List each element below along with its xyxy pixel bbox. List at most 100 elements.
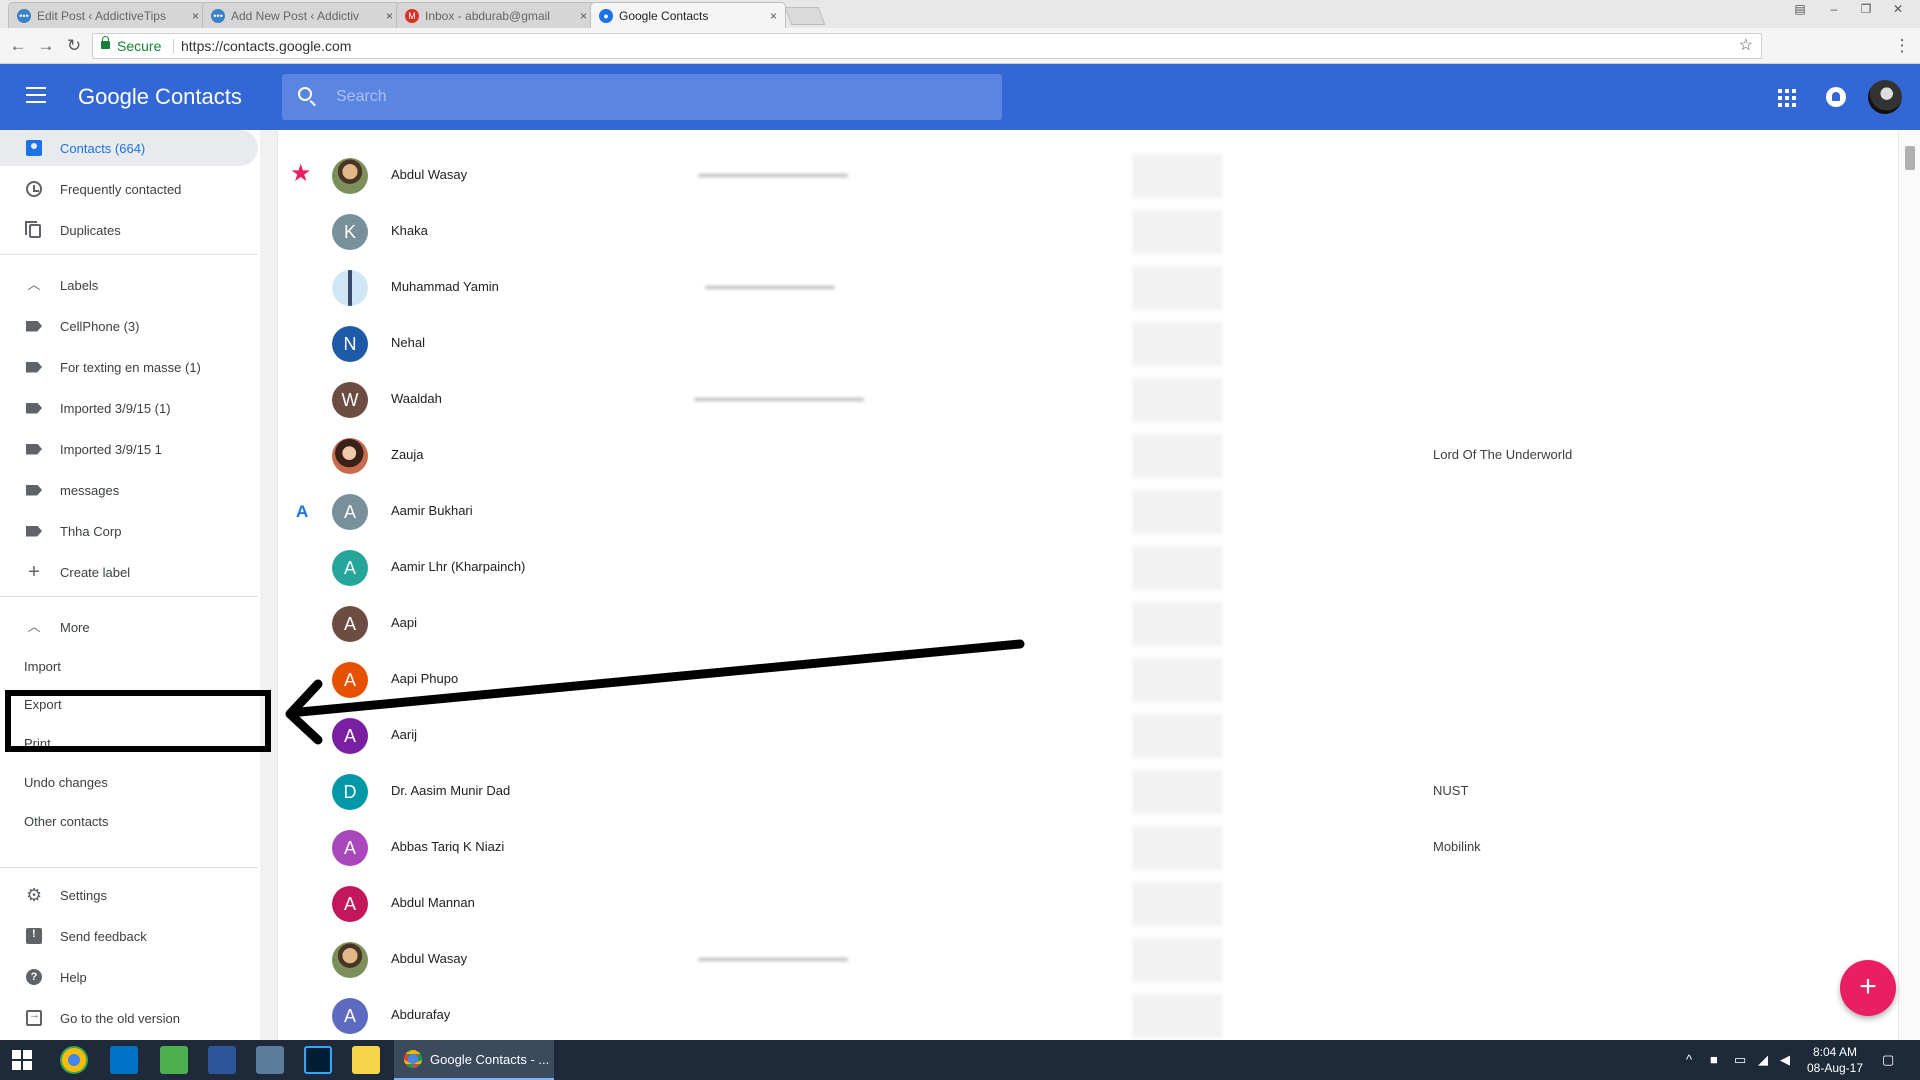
- avatar[interactable]: W: [332, 382, 368, 418]
- sidebar-item-frequently-contacted[interactable]: Frequently contacted: [0, 171, 258, 207]
- contact-row[interactable]: A Abdurafay: [278, 988, 1896, 1040]
- word-icon[interactable]: [208, 1046, 236, 1074]
- contact-row[interactable]: A Aapi: [278, 596, 1896, 652]
- account-avatar[interactable]: [1868, 80, 1902, 114]
- sidebar-item-label-texting[interactable]: For texting en masse (1): [0, 349, 258, 385]
- app-icon[interactable]: [160, 1046, 188, 1074]
- create-contact-button[interactable]: +: [1840, 960, 1896, 1016]
- sidebar-item-send-feedback[interactable]: Send feedback: [0, 918, 258, 954]
- avatar[interactable]: N: [332, 326, 368, 362]
- sidebar-item-undo-changes[interactable]: Undo changes: [0, 764, 258, 800]
- address-bar[interactable]: Secure https://contacts.google.com ☆: [92, 33, 1762, 59]
- sidebar-item-print[interactable]: Print: [0, 725, 258, 761]
- contact-row[interactable]: Abdul Wasay: [278, 932, 1896, 988]
- sidebar-item-label-messages[interactable]: messages: [0, 472, 258, 508]
- contact-row[interactable]: Zauja Lord Of The Underworld: [278, 428, 1896, 484]
- app-icon[interactable]: [256, 1046, 284, 1074]
- windows-start-icon[interactable]: [12, 1050, 32, 1070]
- battery-icon[interactable]: ▭: [1734, 1052, 1746, 1068]
- sidebar-item-help[interactable]: ? Help: [0, 959, 258, 995]
- sidebar-item-label-imported-2[interactable]: Imported 3/9/15 1: [0, 431, 258, 467]
- browser-tab-add-new-post[interactable]: ••• Add New Post ‹ Addictiv ×: [202, 2, 402, 28]
- avatar[interactable]: A: [332, 886, 368, 922]
- avatar[interactable]: A: [332, 998, 368, 1034]
- contact-row[interactable]: N Nehal: [278, 316, 1896, 372]
- sidebar-item-label-thha-corp[interactable]: Thha Corp: [0, 513, 258, 549]
- contact-row[interactable]: A Aamir Lhr (Kharpainch): [278, 540, 1896, 596]
- close-tab-icon[interactable]: ×: [386, 9, 393, 23]
- close-tab-icon[interactable]: ×: [192, 9, 199, 23]
- forward-icon[interactable]: →: [36, 36, 56, 56]
- sidebar-item-other-contacts[interactable]: Other contacts: [0, 803, 258, 839]
- apps-grid-icon[interactable]: [1778, 89, 1796, 107]
- contact-row[interactable]: A Aarij: [278, 708, 1896, 764]
- avatar[interactable]: [332, 438, 368, 474]
- avatar[interactable]: [332, 270, 368, 306]
- avatar[interactable]: [332, 158, 368, 194]
- more-section-toggle[interactable]: ︿ More: [0, 609, 258, 645]
- back-icon[interactable]: ←: [8, 36, 28, 56]
- search-input[interactable]: [336, 82, 976, 112]
- notifications-icon[interactable]: [1826, 87, 1846, 107]
- sidebar-item-settings[interactable]: ⚙ Settings: [0, 877, 258, 913]
- sidebar-item-import[interactable]: Import: [0, 649, 258, 679]
- star-icon[interactable]: ★: [290, 162, 312, 186]
- action-center-icon[interactable]: ▢: [1882, 1052, 1894, 1068]
- chrome-icon[interactable]: [60, 1046, 88, 1074]
- browser-tab-gmail[interactable]: M Inbox - abdurab@gmail ×: [396, 2, 596, 28]
- close-tab-icon[interactable]: ×: [770, 9, 777, 23]
- scrollbar-thumb[interactable]: [1905, 146, 1915, 170]
- tab-title: Add New Post ‹ Addictiv: [231, 8, 360, 23]
- contact-row[interactable]: K Khaka: [278, 204, 1896, 260]
- sidebar-item-export[interactable]: Export: [0, 686, 258, 722]
- sidebar-item-label-imported-1[interactable]: Imported 3/9/15 (1): [0, 390, 258, 426]
- contact-row[interactable]: Muhammad Yamin: [278, 260, 1896, 316]
- scrollbar[interactable]: [1898, 130, 1920, 1040]
- taskbar-clock[interactable]: 8:04 AM 08-Aug-17: [1800, 1044, 1870, 1076]
- minimize-icon[interactable]: –: [1820, 0, 1848, 18]
- contact-row[interactable]: D Dr. Aasim Munir Dad NUST: [278, 764, 1896, 820]
- restore-icon[interactable]: ❐: [1852, 0, 1880, 18]
- bookmark-star-icon[interactable]: ☆: [1739, 34, 1753, 58]
- sidebar-item-duplicates[interactable]: Duplicates: [0, 212, 258, 248]
- profile-icon[interactable]: ▤: [1786, 0, 1814, 18]
- avatar[interactable]: A: [332, 550, 368, 586]
- browser-tab-edit-post[interactable]: ••• Edit Post ‹ AddictiveTips ×: [8, 2, 208, 28]
- taskbar-active-window[interactable]: Google Contacts - ...: [394, 1040, 554, 1080]
- avatar[interactable]: [332, 942, 368, 978]
- search-bar[interactable]: [282, 74, 1002, 120]
- contact-row[interactable]: A Abbas Tariq K Niazi Mobilink: [278, 820, 1896, 876]
- avatar[interactable]: K: [332, 214, 368, 250]
- close-tab-icon[interactable]: ×: [580, 9, 587, 23]
- avatar[interactable]: A: [332, 662, 368, 698]
- network-icon[interactable]: ◢: [1758, 1052, 1768, 1068]
- contact-row[interactable]: W Waaldah: [278, 372, 1896, 428]
- sidebar-item-label: CellPhone (3): [60, 318, 140, 334]
- volume-icon[interactable]: ◀: [1780, 1052, 1790, 1068]
- browser-menu-icon[interactable]: ⋮: [1892, 36, 1912, 56]
- avatar[interactable]: A: [332, 606, 368, 642]
- labels-section-toggle[interactable]: ︿ Labels: [0, 267, 258, 303]
- sidebar-item-old-version[interactable]: Go to the old version: [0, 1000, 258, 1036]
- new-tab-button[interactable]: [784, 7, 826, 25]
- browser-tab-google-contacts[interactable]: ● Google Contacts ×: [590, 2, 786, 28]
- sidebar-item-contacts[interactable]: Contacts (664): [0, 130, 258, 166]
- main-menu-icon[interactable]: [26, 87, 46, 105]
- create-label-button[interactable]: + Create label: [0, 554, 258, 590]
- sticky-notes-icon[interactable]: [352, 1046, 380, 1074]
- avatar[interactable]: A: [332, 830, 368, 866]
- tray-chevron-icon[interactable]: ^: [1686, 1052, 1692, 1067]
- sidebar-item-label-cellphone[interactable]: CellPhone (3): [0, 308, 258, 344]
- contact-row[interactable]: A Abdul Mannan: [278, 876, 1896, 932]
- contact-row[interactable]: A A Aamir Bukhari: [278, 484, 1896, 540]
- avatar[interactable]: A: [332, 718, 368, 754]
- contact-row[interactable]: A Aapi Phupo: [278, 652, 1896, 708]
- reload-icon[interactable]: ↻: [64, 36, 84, 56]
- outlook-icon[interactable]: [110, 1046, 138, 1074]
- avatar[interactable]: A: [332, 494, 368, 530]
- window-close-icon[interactable]: ✕: [1884, 0, 1912, 18]
- photoshop-icon[interactable]: [304, 1046, 332, 1074]
- contact-row[interactable]: ★ Abdul Wasay: [278, 148, 1896, 204]
- tray-app-icon[interactable]: ■: [1710, 1052, 1718, 1067]
- avatar[interactable]: D: [332, 774, 368, 810]
